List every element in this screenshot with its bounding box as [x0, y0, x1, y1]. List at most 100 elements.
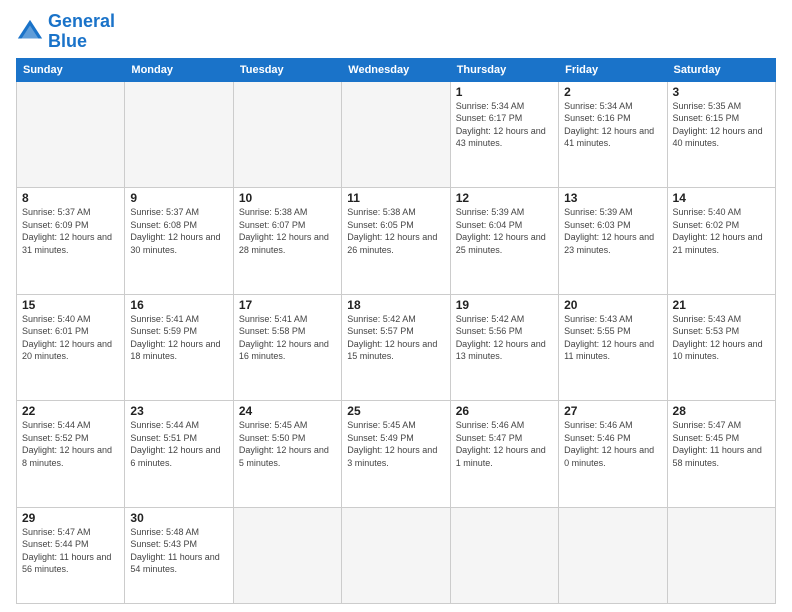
- day-number: 14: [673, 191, 770, 205]
- empty-cell: [342, 507, 450, 603]
- day-detail: Sunrise: 5:47 AMSunset: 5:45 PMDaylight:…: [673, 420, 762, 468]
- day-detail: Sunrise: 5:43 AMSunset: 5:53 PMDaylight:…: [673, 314, 763, 362]
- logo: General Blue: [16, 12, 115, 52]
- weekday-header-row: SundayMondayTuesdayWednesdayThursdayFrid…: [17, 58, 776, 81]
- day-detail: Sunrise: 5:35 AMSunset: 6:15 PMDaylight:…: [673, 101, 763, 149]
- day-number: 8: [22, 191, 119, 205]
- day-number: 18: [347, 298, 444, 312]
- day-detail: Sunrise: 5:41 AMSunset: 5:58 PMDaylight:…: [239, 314, 329, 362]
- day-cell-13: 13 Sunrise: 5:39 AMSunset: 6:03 PMDaylig…: [559, 188, 667, 295]
- day-detail: Sunrise: 5:44 AMSunset: 5:51 PMDaylight:…: [130, 420, 220, 468]
- day-detail: Sunrise: 5:47 AMSunset: 5:44 PMDaylight:…: [22, 527, 111, 575]
- day-cell-14: 14 Sunrise: 5:40 AMSunset: 6:02 PMDaylig…: [667, 188, 775, 295]
- day-cell-21: 21 Sunrise: 5:43 AMSunset: 5:53 PMDaylig…: [667, 294, 775, 401]
- day-number: 13: [564, 191, 661, 205]
- day-number: 26: [456, 404, 553, 418]
- day-cell-1: 1 Sunrise: 5:34 AMSunset: 6:17 PMDayligh…: [450, 81, 558, 188]
- day-number: 23: [130, 404, 227, 418]
- day-number: 27: [564, 404, 661, 418]
- day-cell-16: 16 Sunrise: 5:41 AMSunset: 5:59 PMDaylig…: [125, 294, 233, 401]
- day-detail: Sunrise: 5:44 AMSunset: 5:52 PMDaylight:…: [22, 420, 112, 468]
- logo-icon: [16, 18, 44, 46]
- empty-cell: [125, 81, 233, 188]
- week-row-4: 22 Sunrise: 5:44 AMSunset: 5:52 PMDaylig…: [17, 401, 776, 508]
- day-cell-26: 26 Sunrise: 5:46 AMSunset: 5:47 PMDaylig…: [450, 401, 558, 508]
- day-detail: Sunrise: 5:39 AMSunset: 6:04 PMDaylight:…: [456, 207, 546, 255]
- day-cell-8: 8 Sunrise: 5:37 AMSunset: 6:09 PMDayligh…: [17, 188, 125, 295]
- day-number: 2: [564, 85, 661, 99]
- day-cell-19: 19 Sunrise: 5:42 AMSunset: 5:56 PMDaylig…: [450, 294, 558, 401]
- day-number: 10: [239, 191, 336, 205]
- day-cell-25: 25 Sunrise: 5:45 AMSunset: 5:49 PMDaylig…: [342, 401, 450, 508]
- week-row-2: 8 Sunrise: 5:37 AMSunset: 6:09 PMDayligh…: [17, 188, 776, 295]
- day-number: 30: [130, 511, 227, 525]
- day-cell-2: 2 Sunrise: 5:34 AMSunset: 6:16 PMDayligh…: [559, 81, 667, 188]
- day-number: 1: [456, 85, 553, 99]
- day-number: 28: [673, 404, 770, 418]
- day-number: 20: [564, 298, 661, 312]
- day-cell-11: 11 Sunrise: 5:38 AMSunset: 6:05 PMDaylig…: [342, 188, 450, 295]
- page: General Blue SundayMondayTuesdayWednesda…: [0, 0, 792, 612]
- header: General Blue: [16, 12, 776, 52]
- day-cell-28: 28 Sunrise: 5:47 AMSunset: 5:45 PMDaylig…: [667, 401, 775, 508]
- week-row-5: 29 Sunrise: 5:47 AMSunset: 5:44 PMDaylig…: [17, 507, 776, 603]
- day-detail: Sunrise: 5:41 AMSunset: 5:59 PMDaylight:…: [130, 314, 220, 362]
- day-cell-18: 18 Sunrise: 5:42 AMSunset: 5:57 PMDaylig…: [342, 294, 450, 401]
- day-detail: Sunrise: 5:46 AMSunset: 5:46 PMDaylight:…: [564, 420, 654, 468]
- day-number: 3: [673, 85, 770, 99]
- day-cell-29: 29 Sunrise: 5:47 AMSunset: 5:44 PMDaylig…: [17, 507, 125, 603]
- day-number: 9: [130, 191, 227, 205]
- day-detail: Sunrise: 5:37 AMSunset: 6:08 PMDaylight:…: [130, 207, 220, 255]
- day-detail: Sunrise: 5:34 AMSunset: 6:17 PMDaylight:…: [456, 101, 546, 149]
- day-cell-12: 12 Sunrise: 5:39 AMSunset: 6:04 PMDaylig…: [450, 188, 558, 295]
- weekday-wednesday: Wednesday: [342, 58, 450, 81]
- day-detail: Sunrise: 5:40 AMSunset: 6:01 PMDaylight:…: [22, 314, 112, 362]
- day-cell-24: 24 Sunrise: 5:45 AMSunset: 5:50 PMDaylig…: [233, 401, 341, 508]
- day-detail: Sunrise: 5:43 AMSunset: 5:55 PMDaylight:…: [564, 314, 654, 362]
- empty-cell: [17, 81, 125, 188]
- week-row-1: 1 Sunrise: 5:34 AMSunset: 6:17 PMDayligh…: [17, 81, 776, 188]
- day-detail: Sunrise: 5:46 AMSunset: 5:47 PMDaylight:…: [456, 420, 546, 468]
- day-number: 29: [22, 511, 119, 525]
- day-number: 12: [456, 191, 553, 205]
- week-row-3: 15 Sunrise: 5:40 AMSunset: 6:01 PMDaylig…: [17, 294, 776, 401]
- weekday-sunday: Sunday: [17, 58, 125, 81]
- calendar-table: SundayMondayTuesdayWednesdayThursdayFrid…: [16, 58, 776, 604]
- day-cell-17: 17 Sunrise: 5:41 AMSunset: 5:58 PMDaylig…: [233, 294, 341, 401]
- day-cell-3: 3 Sunrise: 5:35 AMSunset: 6:15 PMDayligh…: [667, 81, 775, 188]
- logo-text-line1: General: [48, 12, 115, 32]
- day-detail: Sunrise: 5:45 AMSunset: 5:49 PMDaylight:…: [347, 420, 437, 468]
- day-cell-22: 22 Sunrise: 5:44 AMSunset: 5:52 PMDaylig…: [17, 401, 125, 508]
- empty-cell: [233, 81, 341, 188]
- weekday-thursday: Thursday: [450, 58, 558, 81]
- empty-cell: [450, 507, 558, 603]
- day-detail: Sunrise: 5:38 AMSunset: 6:07 PMDaylight:…: [239, 207, 329, 255]
- day-cell-15: 15 Sunrise: 5:40 AMSunset: 6:01 PMDaylig…: [17, 294, 125, 401]
- day-detail: Sunrise: 5:37 AMSunset: 6:09 PMDaylight:…: [22, 207, 112, 255]
- day-detail: Sunrise: 5:48 AMSunset: 5:43 PMDaylight:…: [130, 527, 219, 575]
- day-number: 17: [239, 298, 336, 312]
- day-number: 11: [347, 191, 444, 205]
- day-detail: Sunrise: 5:40 AMSunset: 6:02 PMDaylight:…: [673, 207, 763, 255]
- weekday-tuesday: Tuesday: [233, 58, 341, 81]
- day-cell-20: 20 Sunrise: 5:43 AMSunset: 5:55 PMDaylig…: [559, 294, 667, 401]
- day-detail: Sunrise: 5:34 AMSunset: 6:16 PMDaylight:…: [564, 101, 654, 149]
- weekday-monday: Monday: [125, 58, 233, 81]
- logo-text-line2: Blue: [48, 32, 115, 52]
- day-detail: Sunrise: 5:42 AMSunset: 5:57 PMDaylight:…: [347, 314, 437, 362]
- weekday-saturday: Saturday: [667, 58, 775, 81]
- weekday-friday: Friday: [559, 58, 667, 81]
- day-cell-30: 30 Sunrise: 5:48 AMSunset: 5:43 PMDaylig…: [125, 507, 233, 603]
- day-cell-10: 10 Sunrise: 5:38 AMSunset: 6:07 PMDaylig…: [233, 188, 341, 295]
- day-cell-23: 23 Sunrise: 5:44 AMSunset: 5:51 PMDaylig…: [125, 401, 233, 508]
- day-number: 16: [130, 298, 227, 312]
- day-detail: Sunrise: 5:42 AMSunset: 5:56 PMDaylight:…: [456, 314, 546, 362]
- empty-cell: [342, 81, 450, 188]
- day-number: 21: [673, 298, 770, 312]
- day-cell-27: 27 Sunrise: 5:46 AMSunset: 5:46 PMDaylig…: [559, 401, 667, 508]
- day-number: 24: [239, 404, 336, 418]
- empty-cell: [559, 507, 667, 603]
- day-number: 19: [456, 298, 553, 312]
- day-number: 25: [347, 404, 444, 418]
- day-cell-9: 9 Sunrise: 5:37 AMSunset: 6:08 PMDayligh…: [125, 188, 233, 295]
